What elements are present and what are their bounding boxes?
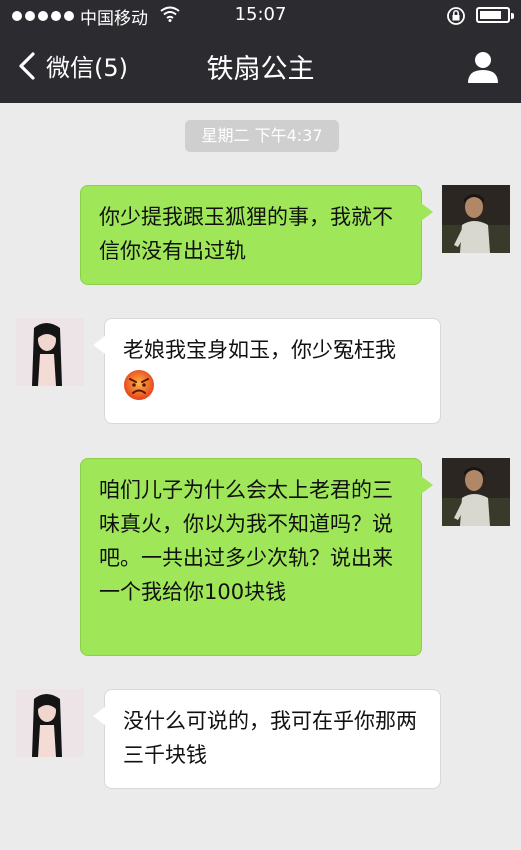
message-bubble-received[interactable]: 老娘我宝身如玉，你少冤枉我 — [93, 318, 441, 424]
message-text: 咱们儿子为什么会太上老君的三味真火，你以为我不知道吗？说吧。一共出过多少次轨？说… — [99, 478, 393, 604]
rotation-lock-icon — [446, 6, 466, 31]
male-avatar-image — [442, 185, 510, 253]
message-bubble-sent[interactable]: 你少提我跟玉狐狸的事，我就不信你没有出过轨 — [80, 185, 433, 285]
contact-avatar[interactable] — [16, 318, 84, 386]
message-text: 你少提我跟玉狐狸的事，我就不信你没有出过轨 — [99, 205, 393, 263]
status-bar: 中国移动 15:07 — [0, 0, 521, 32]
contact-avatar[interactable] — [16, 689, 84, 757]
message-timestamp: 星期二 下午4:37 — [185, 120, 339, 152]
my-avatar[interactable] — [442, 185, 510, 253]
nav-bar: 微信(5) 铁扇公主 — [0, 32, 521, 103]
my-avatar[interactable] — [442, 458, 510, 526]
person-icon — [468, 52, 498, 83]
angry-face-icon — [123, 369, 422, 411]
message-text: 老娘我宝身如玉，你少冤枉我 — [123, 338, 396, 362]
top-bar: 中国移动 15:07 微信(5) 铁扇公主 — [0, 0, 521, 103]
female-avatar-image — [16, 689, 84, 757]
female-avatar-image — [16, 318, 84, 386]
contact-profile-button[interactable] — [466, 50, 500, 88]
male-avatar-image — [442, 458, 510, 526]
message-text: 没什么可说的，我可在乎你那两三千块钱 — [123, 709, 417, 767]
message-bubble-received[interactable]: 没什么可说的，我可在乎你那两三千块钱 — [93, 689, 441, 789]
message-bubble-sent[interactable]: 咱们儿子为什么会太上老君的三味真火，你以为我不知道吗？说吧。一共出过多少次轨？说… — [80, 458, 433, 656]
battery-icon — [476, 7, 514, 23]
status-time: 15:07 — [234, 4, 287, 25]
chat-title: 铁扇公主 — [206, 54, 315, 85]
